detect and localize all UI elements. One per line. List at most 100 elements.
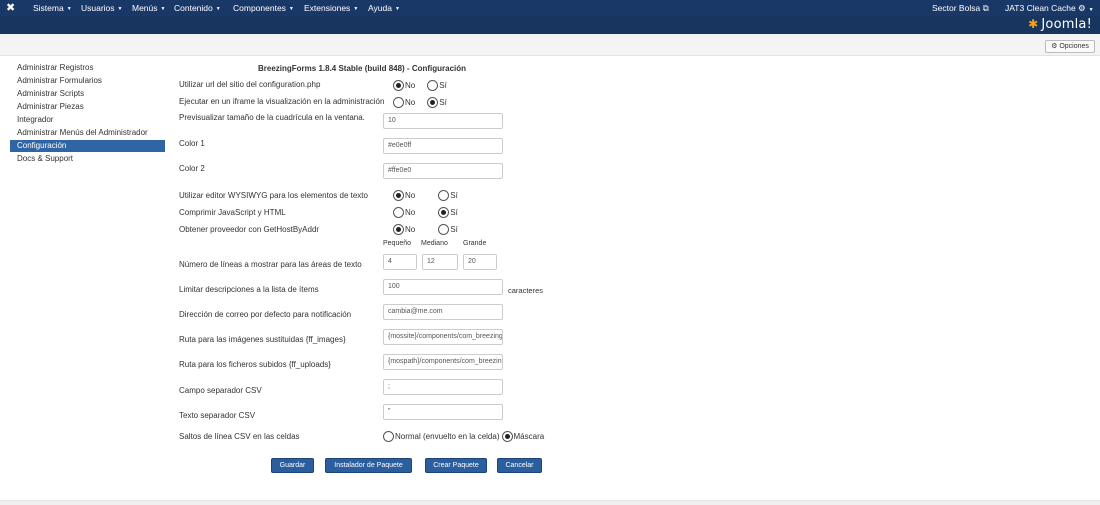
- radio-label-no: No: [405, 224, 416, 234]
- menu-contenido-label: Contenido: [174, 3, 213, 13]
- grid-size-input[interactable]: 10: [383, 113, 503, 129]
- csv-normal-radio[interactable]: [383, 430, 394, 442]
- email-input[interactable]: cambia@me.com: [383, 304, 503, 320]
- caret-down-icon: ▼: [117, 5, 123, 12]
- limit-desc-input[interactable]: 100: [383, 279, 503, 295]
- compress-label: Comprimir JavaScript y HTML: [179, 208, 286, 217]
- radio-label-no: No: [405, 80, 416, 90]
- menu-sistema[interactable]: Sistema ▼: [33, 3, 72, 13]
- use-site-url-radios: No Sí: [393, 79, 447, 91]
- col-small-header: Pequeño: [383, 240, 412, 247]
- save-button[interactable]: Guardar: [271, 458, 314, 473]
- grid-preview-label: Previsualizar tamaño de la cuadrícula en…: [179, 113, 365, 122]
- hostbyaddr-no-radio[interactable]: [393, 223, 404, 235]
- cancel-button[interactable]: Cancelar: [497, 458, 542, 473]
- footer-bar: [0, 500, 1100, 505]
- radio-label-si: Sí: [450, 207, 458, 217]
- menu-extensiones[interactable]: Extensiones ▼: [304, 3, 358, 13]
- caret-down-icon: ▼: [160, 5, 166, 12]
- clean-cache-link[interactable]: JAT3 Clean Cache: [1005, 3, 1076, 13]
- sidebar-item-scripts[interactable]: Administrar Scripts: [10, 88, 165, 100]
- menu-componentes[interactable]: Componentes ▼: [233, 3, 294, 13]
- csv-linebreak-radios: Normal (envuelto en la celda) Máscara: [383, 430, 544, 442]
- color2-input[interactable]: #ffe0e0: [383, 163, 503, 179]
- use-site-url-si-radio[interactable]: [427, 79, 439, 91]
- use-site-url-label: Utilizar url del sitio del configuration…: [179, 80, 321, 89]
- csv-normal-label: Normal (envuelto en la celda): [395, 431, 500, 441]
- wysiwyg-no-radio[interactable]: [393, 189, 404, 201]
- menu-extensiones-label: Extensiones: [304, 3, 351, 13]
- wysiwyg-si-radio[interactable]: [438, 189, 450, 201]
- csv-mask-radio[interactable]: [501, 430, 513, 442]
- joomla-logo-icon: ✱: [1028, 17, 1039, 31]
- caret-down-icon: ▼: [353, 5, 359, 12]
- sidebar-item-formularios[interactable]: Administrar Formularios: [10, 75, 165, 87]
- email-label: Dirección de correo por defecto para not…: [179, 310, 352, 319]
- caret-down-icon: ▼: [288, 5, 294, 12]
- csv-field-sep-input[interactable]: ;: [383, 379, 503, 395]
- compress-radios: No Sí: [393, 206, 458, 218]
- menu-usuarios[interactable]: Usuarios ▼: [81, 3, 123, 13]
- iframe-si-radio[interactable]: [427, 96, 439, 108]
- toolbar: [0, 34, 1100, 56]
- site-link[interactable]: Sector Bolsa ⧉: [932, 3, 989, 14]
- page-title: BreezingForms 1.8.4 Stable (build 848) -…: [258, 64, 467, 73]
- hostbyaddr-radios: No Sí: [393, 223, 458, 235]
- options-label: Opciones: [1059, 43, 1089, 50]
- iframe-radios: No Sí: [393, 96, 447, 108]
- color1-input[interactable]: #e0e0ff: [383, 138, 503, 154]
- radio-label-si: Sí: [439, 97, 447, 107]
- menu-componentes-label: Componentes: [233, 3, 286, 13]
- lines-small-input[interactable]: 4: [383, 254, 417, 270]
- sidebar-item-menus-admin[interactable]: Administrar Menús del Administrador: [10, 127, 165, 139]
- caret-down-icon: ▼: [66, 5, 72, 12]
- wysiwyg-label: Utilizar editor WYSIWYG para los element…: [179, 191, 368, 200]
- color1-label: Color 1: [179, 139, 205, 148]
- lines-label: Número de líneas a mostrar para las área…: [179, 260, 362, 269]
- menu-ayuda[interactable]: Ayuda ▼: [368, 3, 400, 13]
- caret-down-icon: ▼: [215, 5, 221, 12]
- compress-si-radio[interactable]: [438, 206, 450, 218]
- use-site-url-no-radio[interactable]: [393, 79, 404, 91]
- csv-linebreak-label: Saltos de línea CSV en las celdas: [179, 432, 300, 441]
- sidebar-item-configuracion[interactable]: Configuración: [10, 140, 165, 152]
- lines-medium-input[interactable]: 12: [422, 254, 458, 270]
- package-installer-button[interactable]: Instalador de Paquete: [325, 458, 412, 473]
- options-button[interactable]: ⚙ Opciones: [1045, 40, 1095, 53]
- col-large-header: Grande: [463, 240, 487, 247]
- site-link-label: Sector Bolsa: [932, 3, 981, 13]
- csv-field-sep-label: Campo separador CSV: [179, 386, 262, 395]
- lines-large-input[interactable]: 20: [463, 254, 497, 270]
- joomla-logo: ✱ Joomla!: [1028, 17, 1092, 33]
- csv-text-sep-input[interactable]: ": [383, 404, 503, 420]
- uploads-path-label: Ruta para los ficheros subidos {ff_uploa…: [179, 360, 331, 369]
- menu-contenido[interactable]: Contenido ▼: [174, 3, 221, 13]
- caret-down-icon: ▼: [394, 5, 400, 12]
- csv-mask-label: Máscara: [513, 431, 545, 441]
- hostbyaddr-si-radio[interactable]: [438, 223, 450, 235]
- uploads-path-input[interactable]: {mospath}/components/com_breezingforms: [383, 354, 503, 370]
- sidebar-item-registros[interactable]: Administrar Registros: [10, 62, 165, 74]
- top-navbar: ✖ Sistema ▼ Usuarios ▼ Menús ▼ Contenido ▼ C…: [0, 0, 1100, 16]
- menu-menus[interactable]: Menús ▼: [132, 3, 165, 13]
- iframe-no-radio[interactable]: [393, 96, 404, 108]
- gear-icon: ⚙: [1078, 3, 1086, 13]
- header-strip: [0, 16, 1100, 34]
- compress-no-radio[interactable]: [393, 206, 404, 218]
- menu-sistema-label: Sistema: [33, 3, 64, 13]
- csv-text-sep-label: Texto separador CSV: [179, 411, 256, 420]
- menu-ayuda-label: Ayuda: [368, 3, 392, 13]
- joomla-logo-text: Joomla!: [1041, 17, 1092, 32]
- radio-label-no: No: [405, 207, 416, 217]
- sidebar-item-piezas[interactable]: Administrar Piezas: [10, 101, 165, 113]
- create-package-button[interactable]: Crear Paquete: [425, 458, 487, 473]
- joomla-menu-icon[interactable]: ✖: [6, 2, 18, 14]
- sidebar-item-docs[interactable]: Docs & Support: [10, 153, 165, 165]
- radio-label-no: No: [405, 97, 416, 107]
- radio-label-no: No: [405, 190, 416, 200]
- menu-menus-label: Menús: [132, 3, 158, 13]
- sidebar-item-integrador[interactable]: Integrador: [10, 114, 165, 126]
- limit-desc-label: Limitar descripciones a la lista de ítem…: [179, 285, 319, 294]
- images-path-input[interactable]: {mossite}/components/com_breezingforms: [383, 329, 503, 345]
- gear-menu[interactable]: ⚙ ▼: [1078, 3, 1094, 14]
